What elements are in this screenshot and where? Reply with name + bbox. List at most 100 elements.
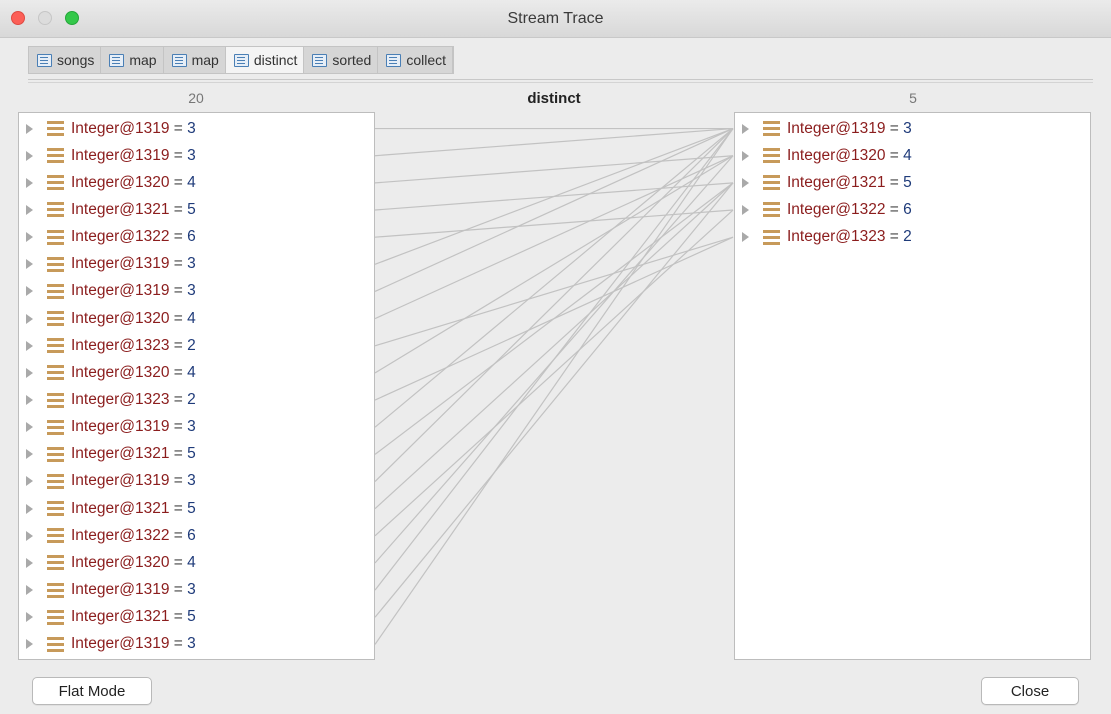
disclosure-triangle-icon[interactable] xyxy=(26,367,33,378)
list-item[interactable]: Integer@1323 = 2 xyxy=(19,332,196,359)
connector-line xyxy=(374,127,734,157)
list-item[interactable]: Integer@1321 = 5 xyxy=(19,495,196,522)
connector-line xyxy=(374,128,734,482)
item-equals: = xyxy=(173,336,183,354)
item-equals: = xyxy=(173,635,183,653)
list-item[interactable]: Integer@1323 = 2 xyxy=(735,224,912,251)
tab-map[interactable]: map xyxy=(164,47,226,73)
field-list-icon xyxy=(763,121,780,136)
list-item[interactable]: Integer@1320 = 4 xyxy=(735,142,912,169)
after-values-list[interactable]: Integer@1319 = 3 Integer@1320 = 4 Integer@… xyxy=(734,112,1091,660)
disclosure-triangle-icon[interactable] xyxy=(26,340,33,351)
item-text: Integer@1319 = 3 xyxy=(71,472,196,490)
item-text: Integer@1323 = 2 xyxy=(71,337,196,355)
item-value: 3 xyxy=(187,581,196,599)
tab-songs[interactable]: songs xyxy=(29,47,102,73)
disclosure-triangle-icon[interactable] xyxy=(26,503,33,514)
item-value: 5 xyxy=(187,499,196,517)
disclosure-triangle-icon[interactable] xyxy=(742,177,749,188)
field-list-icon xyxy=(47,446,64,462)
list-item[interactable]: Integer@1320 = 4 xyxy=(19,305,196,332)
tab-distinct[interactable]: distinct xyxy=(225,47,305,73)
item-name: Integer@1319 xyxy=(787,119,886,137)
item-equals: = xyxy=(173,200,183,218)
tab-sorted[interactable]: sorted xyxy=(304,47,379,73)
item-equals: = xyxy=(173,228,183,246)
disclosure-triangle-icon[interactable] xyxy=(26,259,33,270)
close-button[interactable]: Close xyxy=(981,677,1079,705)
list-item[interactable]: Integer@1321 = 5 xyxy=(735,169,912,196)
list-item[interactable]: Integer@1319 = 3 xyxy=(19,278,196,305)
item-value: 4 xyxy=(903,146,912,164)
field-list-icon xyxy=(47,419,64,435)
tab-collect[interactable]: collect xyxy=(378,47,454,73)
disclosure-triangle-icon[interactable] xyxy=(742,232,749,243)
list-item[interactable]: Integer@1319 = 3 xyxy=(735,115,912,142)
disclosure-triangle-icon[interactable] xyxy=(26,395,33,405)
item-name: Integer@1319 xyxy=(71,282,170,300)
item-equals: = xyxy=(173,391,183,408)
disclosure-triangle-icon[interactable] xyxy=(26,422,33,433)
list-item[interactable]: Integer@1321 = 5 xyxy=(19,441,196,468)
list-item[interactable]: Integer@1319 = 3 xyxy=(19,468,196,495)
disclosure-triangle-icon[interactable] xyxy=(26,204,33,215)
connector-line xyxy=(374,236,734,347)
list-item[interactable]: Integer@1319 = 3 xyxy=(19,251,196,278)
field-list-icon xyxy=(47,338,64,354)
list-item[interactable]: Integer@1320 = 4 xyxy=(19,549,196,576)
field-list-icon xyxy=(47,202,64,218)
disclosure-triangle-icon[interactable] xyxy=(742,204,749,215)
list-item[interactable]: Integer@1322 = 6 xyxy=(19,522,196,549)
disclosure-triangle-icon[interactable] xyxy=(26,557,33,568)
connector-line xyxy=(374,182,734,510)
flat-mode-button[interactable]: Flat Mode xyxy=(32,677,152,705)
connector-line xyxy=(374,128,734,265)
item-text: Integer@1319 = 3 xyxy=(71,255,196,273)
disclosure-triangle-icon[interactable] xyxy=(742,150,749,161)
connector-line xyxy=(374,155,734,374)
item-value: 4 xyxy=(187,363,196,381)
disclosure-triangle-icon[interactable] xyxy=(26,286,33,297)
list-item[interactable]: Integer@1323 = 2 xyxy=(19,387,196,414)
document-icon xyxy=(37,53,52,67)
list-item[interactable]: Integer@1319 = 3 xyxy=(19,142,196,169)
disclosure-triangle-icon[interactable] xyxy=(26,123,33,134)
item-equals: = xyxy=(173,581,183,599)
list-item[interactable]: Integer@1321 = 5 xyxy=(19,604,196,631)
disclosure-triangle-icon[interactable] xyxy=(26,313,33,324)
disclosure-triangle-icon[interactable] xyxy=(742,123,749,134)
item-text: Integer@1321 = 5 xyxy=(71,201,196,219)
connector-line xyxy=(374,128,734,293)
document-icon xyxy=(386,53,402,67)
field-list-icon xyxy=(763,175,780,191)
item-text: Integer@1322 = 6 xyxy=(71,228,196,246)
disclosure-triangle-icon[interactable] xyxy=(26,585,33,596)
connector-line xyxy=(374,209,734,537)
disclosure-triangle-icon[interactable] xyxy=(26,150,33,161)
list-item[interactable]: Integer@1319 = 3 xyxy=(19,414,196,441)
list-item[interactable]: Integer@1319 = 3 xyxy=(19,631,196,658)
list-item[interactable]: Integer@1319 = 3 xyxy=(19,577,196,604)
title-bar[interactable]: Stream Trace xyxy=(0,0,1111,38)
tab-map[interactable]: map xyxy=(101,47,164,73)
disclosure-triangle-icon[interactable] xyxy=(26,639,33,650)
field-list-icon xyxy=(47,229,64,245)
disclosure-triangle-icon[interactable] xyxy=(26,177,33,188)
list-item[interactable]: Integer@1319 = 3 xyxy=(19,115,196,142)
list-item[interactable]: Integer@1320 = 4 xyxy=(19,359,196,386)
before-values-list[interactable]: Integer@1319 = 3 Integer@1319 = 3 Integer@… xyxy=(18,112,375,660)
document-icon xyxy=(233,53,249,67)
disclosure-triangle-icon[interactable] xyxy=(26,449,33,460)
disclosure-triangle-icon[interactable] xyxy=(26,612,33,623)
disclosure-triangle-icon[interactable] xyxy=(26,232,33,243)
list-item[interactable]: Integer@1320 = 4 xyxy=(19,169,196,196)
field-list-icon xyxy=(47,121,64,136)
item-text: Integer@1319 = 3 xyxy=(71,418,196,436)
list-item[interactable]: Integer@1322 = 6 xyxy=(19,224,196,251)
field-list-icon xyxy=(47,501,64,517)
disclosure-triangle-icon[interactable] xyxy=(26,476,33,487)
list-item[interactable]: Integer@1321 = 5 xyxy=(19,196,196,223)
disclosure-triangle-icon[interactable] xyxy=(26,530,33,541)
item-name: Integer@1319 xyxy=(71,472,170,490)
list-item[interactable]: Integer@1322 = 6 xyxy=(735,196,912,223)
